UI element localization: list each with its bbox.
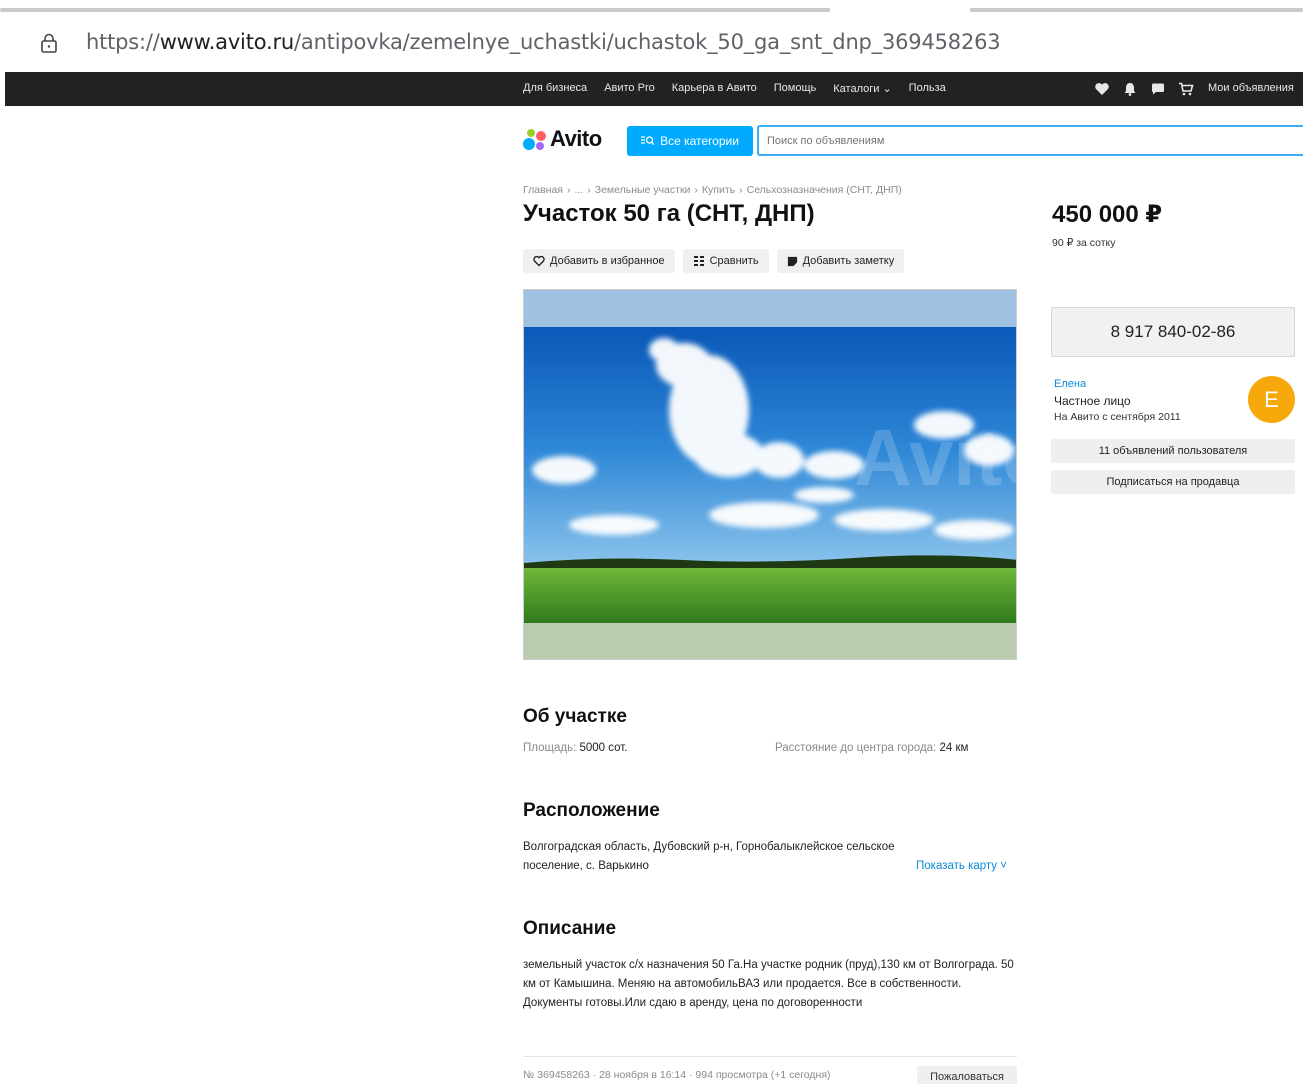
lock-icon[interactable] — [38, 32, 60, 54]
chat-icon[interactable] — [1150, 81, 1166, 97]
avatar-letter: E — [1264, 386, 1279, 412]
listing-meta: № 369458263 · 28 ноября в 16:14 · 994 пр… — [523, 1069, 831, 1081]
seller-since: На Авито с сентября 2011 — [1054, 411, 1181, 423]
listing-actions: Добавить в избранное Сравнить Добавить з… — [523, 249, 905, 273]
url-path: /antipovka/zemelnye_uchastki/uchastok_50… — [294, 30, 1001, 54]
avito-logo-icon — [523, 127, 547, 151]
breadcrumb-ellipsis[interactable]: ... — [574, 184, 583, 196]
browser-tab[interactable] — [0, 8, 830, 12]
breadcrumb-home[interactable]: Главная — [523, 184, 563, 196]
note-icon — [787, 256, 797, 266]
param-area-value: 5000 сот. — [579, 742, 628, 754]
nav-link-benefit[interactable]: Польза — [909, 82, 946, 95]
breadcrumb: Главная › ... › Земельные участки › Купи… — [523, 184, 902, 196]
param-area-label: Площадь: — [523, 742, 577, 754]
description-heading: Описание — [523, 918, 617, 939]
breadcrumb-buy[interactable]: Купить — [702, 184, 735, 196]
bell-icon[interactable] — [1122, 81, 1138, 97]
complain-button[interactable]: Пожаловаться — [917, 1066, 1017, 1084]
seller-avatar[interactable]: E — [1248, 376, 1295, 423]
location-address: Волгоградская область, Дубовский р-н, Го… — [523, 841, 895, 872]
seller-name-link[interactable]: Елена — [1054, 378, 1086, 390]
breadcrumb-separator: › — [739, 184, 743, 196]
show-map-link[interactable]: Показать карту ˅ — [916, 860, 1007, 872]
add-note-label: Добавить заметку — [802, 255, 895, 267]
seller-ads-label: 11 объявлений пользователя — [1098, 445, 1248, 457]
browser-tab[interactable] — [970, 8, 1303, 12]
subscribe-seller-label: Подписаться на продавца — [1106, 476, 1240, 488]
breadcrumb-separator: › — [587, 184, 591, 196]
url-host: www.avito.ru — [159, 30, 295, 54]
add-note-button[interactable]: Добавить заметку — [776, 249, 905, 273]
price-per-unit: 90 ₽ за сотку — [1052, 237, 1116, 249]
listing-photo[interactable]: Avito — [523, 289, 1017, 660]
breadcrumb-agricultural[interactable]: Сельхозназначения (СНТ, ДНП) — [747, 184, 902, 196]
footer-divider — [523, 1056, 1017, 1057]
heart-icon[interactable] — [1094, 81, 1110, 97]
param-area: Площадь: 5000 сот. — [523, 742, 627, 754]
seller-ads-button[interactable]: 11 объявлений пользователя — [1051, 439, 1295, 463]
search-input[interactable] — [759, 127, 1303, 154]
breadcrumb-separator: › — [694, 184, 698, 196]
all-categories-label: Все категории — [660, 134, 739, 148]
nav-link-business[interactable]: Для бизнеса — [523, 82, 587, 95]
compare-label: Сравнить — [709, 255, 759, 267]
subscribe-seller-button[interactable]: Подписаться на продавца — [1051, 470, 1295, 494]
nav-link-catalogs[interactable]: Каталоги ⌄ — [833, 82, 891, 95]
add-to-favorites-label: Добавить в избранное — [550, 255, 665, 267]
param-distance-label: Расстояние до центра города: — [775, 742, 937, 754]
seller-type: Частное лицо — [1054, 394, 1131, 408]
search-box — [757, 125, 1303, 156]
compare-icon — [693, 256, 704, 266]
top-nav-icons — [1094, 81, 1194, 97]
compare-button[interactable]: Сравнить — [682, 249, 769, 273]
description-text: земельный участок с/х назначения 50 Га.Н… — [523, 959, 1014, 1009]
search-icon — [641, 136, 655, 146]
avito-logo-text: Avito — [550, 126, 602, 151]
nav-link-avito-pro[interactable]: Авито Pro — [604, 82, 655, 95]
complain-label: Пожаловаться — [930, 1071, 1004, 1083]
url-scheme: https:// — [86, 30, 160, 54]
listing-title: Участок 50 га (СНТ, ДНП) — [523, 200, 815, 227]
top-navigation-bar: Для бизнеса Авито Pro Карьера в Авито По… — [5, 72, 1303, 106]
param-distance-value: 24 км — [939, 742, 969, 754]
breadcrumb-land-plots[interactable]: Земельные участки — [595, 184, 691, 196]
nav-link-help[interactable]: Помощь — [774, 82, 817, 95]
browser-tab-strip — [0, 0, 1303, 14]
nav-link-career[interactable]: Карьера в Авито — [672, 82, 757, 95]
my-ads-link[interactable]: Мои объявления — [1208, 82, 1294, 94]
url-text[interactable]: https://www.avito.ru/antipovka/zemelnye_… — [86, 30, 1001, 54]
top-nav-links: Для бизнеса Авито Pro Карьера в Авито По… — [523, 82, 946, 95]
breadcrumb-separator: › — [566, 184, 571, 196]
listing-price: 450 000 ₽ — [1052, 201, 1163, 228]
all-categories-button[interactable]: Все категории — [627, 126, 753, 156]
add-to-favorites-button[interactable]: Добавить в избранное — [523, 249, 675, 273]
avito-logo[interactable]: Avito — [523, 126, 602, 152]
cart-icon[interactable] — [1178, 81, 1194, 97]
location-heading: Расположение — [523, 800, 660, 821]
phone-number: 8 917 840-02-86 — [1110, 322, 1236, 341]
browser-address-bar[interactable]: https://www.avito.ru/antipovka/zemelnye_… — [0, 14, 1303, 72]
show-phone-button[interactable]: 8 917 840-02-86 — [1051, 307, 1295, 357]
param-distance: Расстояние до центра города: 24 км — [775, 742, 968, 754]
about-heading: Об участке — [523, 706, 627, 727]
heart-outline-icon — [533, 255, 545, 267]
svg-text:Avito: Avito — [854, 413, 1017, 502]
